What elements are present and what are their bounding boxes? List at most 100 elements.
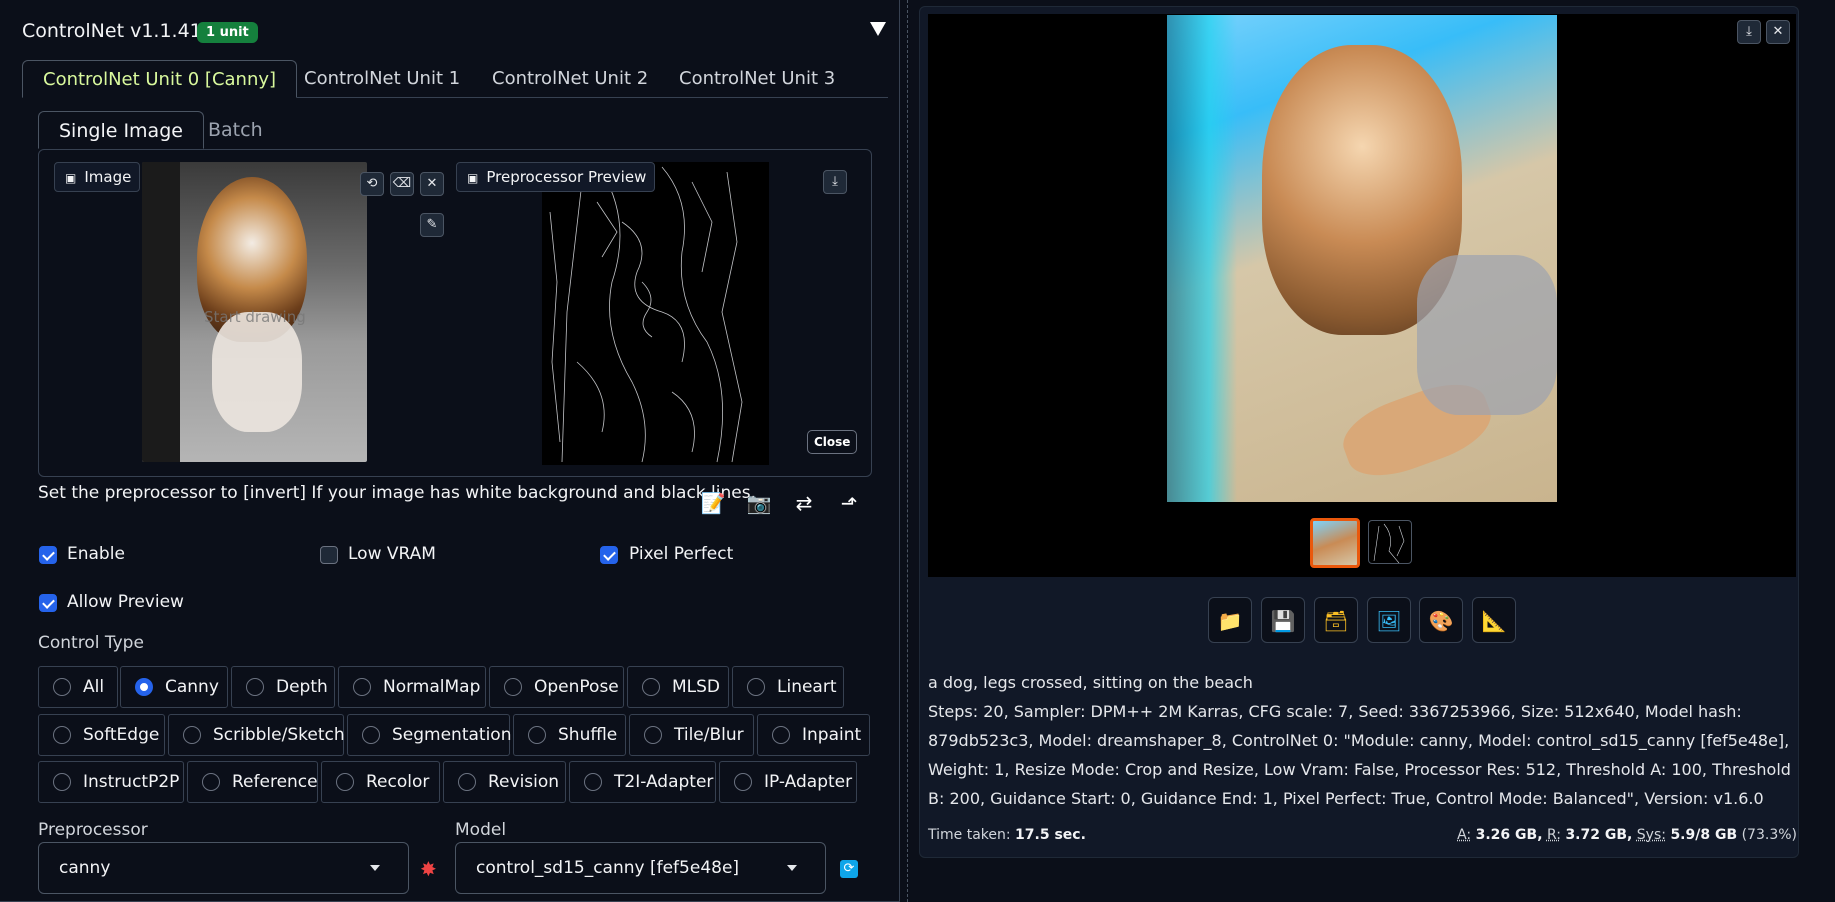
radio-canny[interactable]: Canny	[120, 666, 228, 708]
radio-label: MLSD	[672, 677, 721, 697]
mem-sys-value: 5.9/8 GB	[1670, 827, 1738, 843]
radio-normalmap[interactable]: NormalMap	[338, 666, 486, 708]
low-vram-checkbox[interactable]	[320, 546, 338, 564]
tab-single-image[interactable]: Single Image	[38, 111, 204, 149]
radio-lineart[interactable]: Lineart	[732, 666, 844, 708]
radio-recolor[interactable]: Recolor	[321, 761, 440, 803]
model-select[interactable]: control_sd15_canny [fef5e48e]	[455, 842, 826, 894]
refresh-models-icon[interactable]: ⟳	[840, 860, 858, 878]
preprocessor-select[interactable]: canny	[38, 842, 409, 894]
radio-label: Reference	[232, 772, 318, 792]
radio-tile-blur[interactable]: Tile/Blur	[629, 714, 754, 756]
thumbnail-canny[interactable]	[1368, 520, 1412, 564]
tab-unit-1[interactable]: ControlNet Unit 1	[284, 60, 480, 98]
swap-icon[interactable]: ⇄	[789, 488, 819, 518]
preprocessor-value: canny	[59, 858, 111, 878]
allow-preview-checkbox[interactable]	[39, 594, 57, 612]
tab-unit-3[interactable]: ControlNet Unit 3	[659, 60, 855, 98]
mem-r-label: R:	[1546, 827, 1561, 843]
preprocessor-label: Preprocessor	[38, 820, 148, 840]
radio-t2i-adapter[interactable]: T2I-Adapter	[569, 761, 716, 803]
camera-icon[interactable]: 📷	[744, 488, 774, 518]
mem-sys-label: Sys:	[1636, 827, 1666, 843]
image-icon: ▣	[467, 171, 479, 185]
mem-r-value: 3.72 GB,	[1565, 827, 1633, 843]
radio-label: Shuffle	[558, 725, 618, 745]
time-value: 17.5 sec.	[1015, 827, 1086, 843]
radio-label: InstructP2P	[83, 772, 180, 792]
low-vram-label: Low VRAM	[348, 544, 436, 564]
chevron-down-icon	[787, 865, 797, 871]
radio-label: Canny	[165, 677, 219, 697]
clear-icon[interactable]: ✕	[420, 172, 444, 196]
radio-instructp2p[interactable]: InstructP2P	[38, 761, 184, 803]
radio-label: T2I-Adapter	[614, 772, 714, 792]
radio-segmentation[interactable]: Segmentation	[347, 714, 511, 756]
column-divider	[907, 0, 908, 902]
radio-label: Depth	[276, 677, 328, 697]
radio-reference[interactable]: Reference	[187, 761, 318, 803]
mem-percent: (73.3%)	[1741, 827, 1797, 843]
enable-label: Enable	[67, 544, 125, 564]
run-preprocessor-icon[interactable]: ✸	[420, 857, 437, 881]
params-text: Steps: 20, Sampler: DPM++ 2M Karras, CFG…	[928, 702, 1791, 808]
unit-tabbar: ControlNet Unit 0 [Canny] ControlNet Uni…	[22, 60, 888, 98]
eraser-icon[interactable]: ⌫	[390, 172, 414, 196]
thumbnail-output[interactable]	[1310, 518, 1360, 568]
mode-tabbar: Single Image Batch	[38, 111, 872, 149]
start-drawing-overlay: Start drawing	[204, 308, 306, 326]
radio-revision[interactable]: Revision	[443, 761, 566, 803]
radio-shuffle[interactable]: Shuffle	[513, 714, 626, 756]
download-icon[interactable]: ⤓	[823, 170, 847, 194]
rotate-icon[interactable]: ⟲	[360, 172, 384, 196]
zip-icon[interactable]: 🗃	[1314, 597, 1358, 643]
invert-note: Set the preprocessor to [invert] If your…	[38, 483, 756, 503]
tab-unit-2[interactable]: ControlNet Unit 2	[472, 60, 668, 98]
brush-icon[interactable]: ✎	[420, 213, 444, 237]
pixel-perfect-checkbox[interactable]	[600, 546, 618, 564]
mem-a-value: 3.26 GB,	[1475, 827, 1543, 843]
send-to-inpaint-icon[interactable]: 🎨	[1419, 597, 1463, 643]
pixel-perfect-label: Pixel Perfect	[629, 544, 734, 564]
download-icon[interactable]: ⤓	[1737, 20, 1761, 44]
radio-scribble-sketch[interactable]: Scribble/Sketch	[168, 714, 345, 756]
units-badge: 1 unit	[197, 22, 258, 43]
save-icon[interactable]: 💾	[1261, 597, 1305, 643]
send-dimensions-icon[interactable]: ⬏	[834, 488, 864, 518]
folder-icon[interactable]: 📁	[1208, 597, 1252, 643]
input-image-canvas[interactable]: Start drawing	[142, 162, 367, 462]
collapse-triangle-icon[interactable]	[870, 22, 886, 36]
radio-label: Inpaint	[802, 725, 862, 745]
control-type-label: Control Type	[38, 633, 144, 653]
tab-unit-0[interactable]: ControlNet Unit 0 [Canny]	[22, 60, 298, 98]
time-label: Time taken:	[928, 827, 1011, 843]
radio-ip-adapter[interactable]: IP-Adapter	[719, 761, 857, 803]
model-value: control_sd15_canny [fef5e48e]	[476, 858, 740, 878]
allow-preview-label: Allow Preview	[67, 592, 184, 612]
radio-label: Scribble/Sketch	[213, 725, 345, 745]
radio-depth[interactable]: Depth	[231, 666, 335, 708]
radio-label: Recolor	[366, 772, 430, 792]
generated-image[interactable]	[1167, 15, 1557, 502]
mem-a-label: A:	[1457, 827, 1472, 843]
tab-batch[interactable]: Batch	[188, 111, 283, 149]
close-icon[interactable]: ✕	[1766, 20, 1790, 44]
generation-info: a dog, legs crossed, sitting on the beac…	[928, 668, 1798, 813]
radio-all[interactable]: All	[38, 666, 118, 708]
send-to-img2img-icon[interactable]: 🖼	[1367, 597, 1411, 643]
radio-openpose[interactable]: OpenPose	[489, 666, 624, 708]
radio-softedge[interactable]: SoftEdge	[38, 714, 165, 756]
preview-label-text: Preprocessor Preview	[486, 168, 647, 186]
model-label: Model	[455, 820, 507, 840]
send-to-extras-icon[interactable]: 📐	[1472, 597, 1516, 643]
memory-stats: A: 3.26 GB, R: 3.72 GB, Sys: 5.9/8 GB (7…	[1457, 827, 1797, 843]
radio-label: NormalMap	[383, 677, 481, 697]
radio-label: OpenPose	[534, 677, 619, 697]
edit-icon[interactable]: 📝	[698, 488, 728, 518]
enable-checkbox[interactable]	[39, 546, 57, 564]
prompt-text: a dog, legs crossed, sitting on the beac…	[928, 673, 1253, 692]
close-preview-button[interactable]: Close	[807, 430, 858, 454]
radio-inpaint[interactable]: Inpaint	[757, 714, 870, 756]
radio-mlsd[interactable]: MLSD	[627, 666, 729, 708]
preprocessor-preview-image	[542, 162, 769, 465]
